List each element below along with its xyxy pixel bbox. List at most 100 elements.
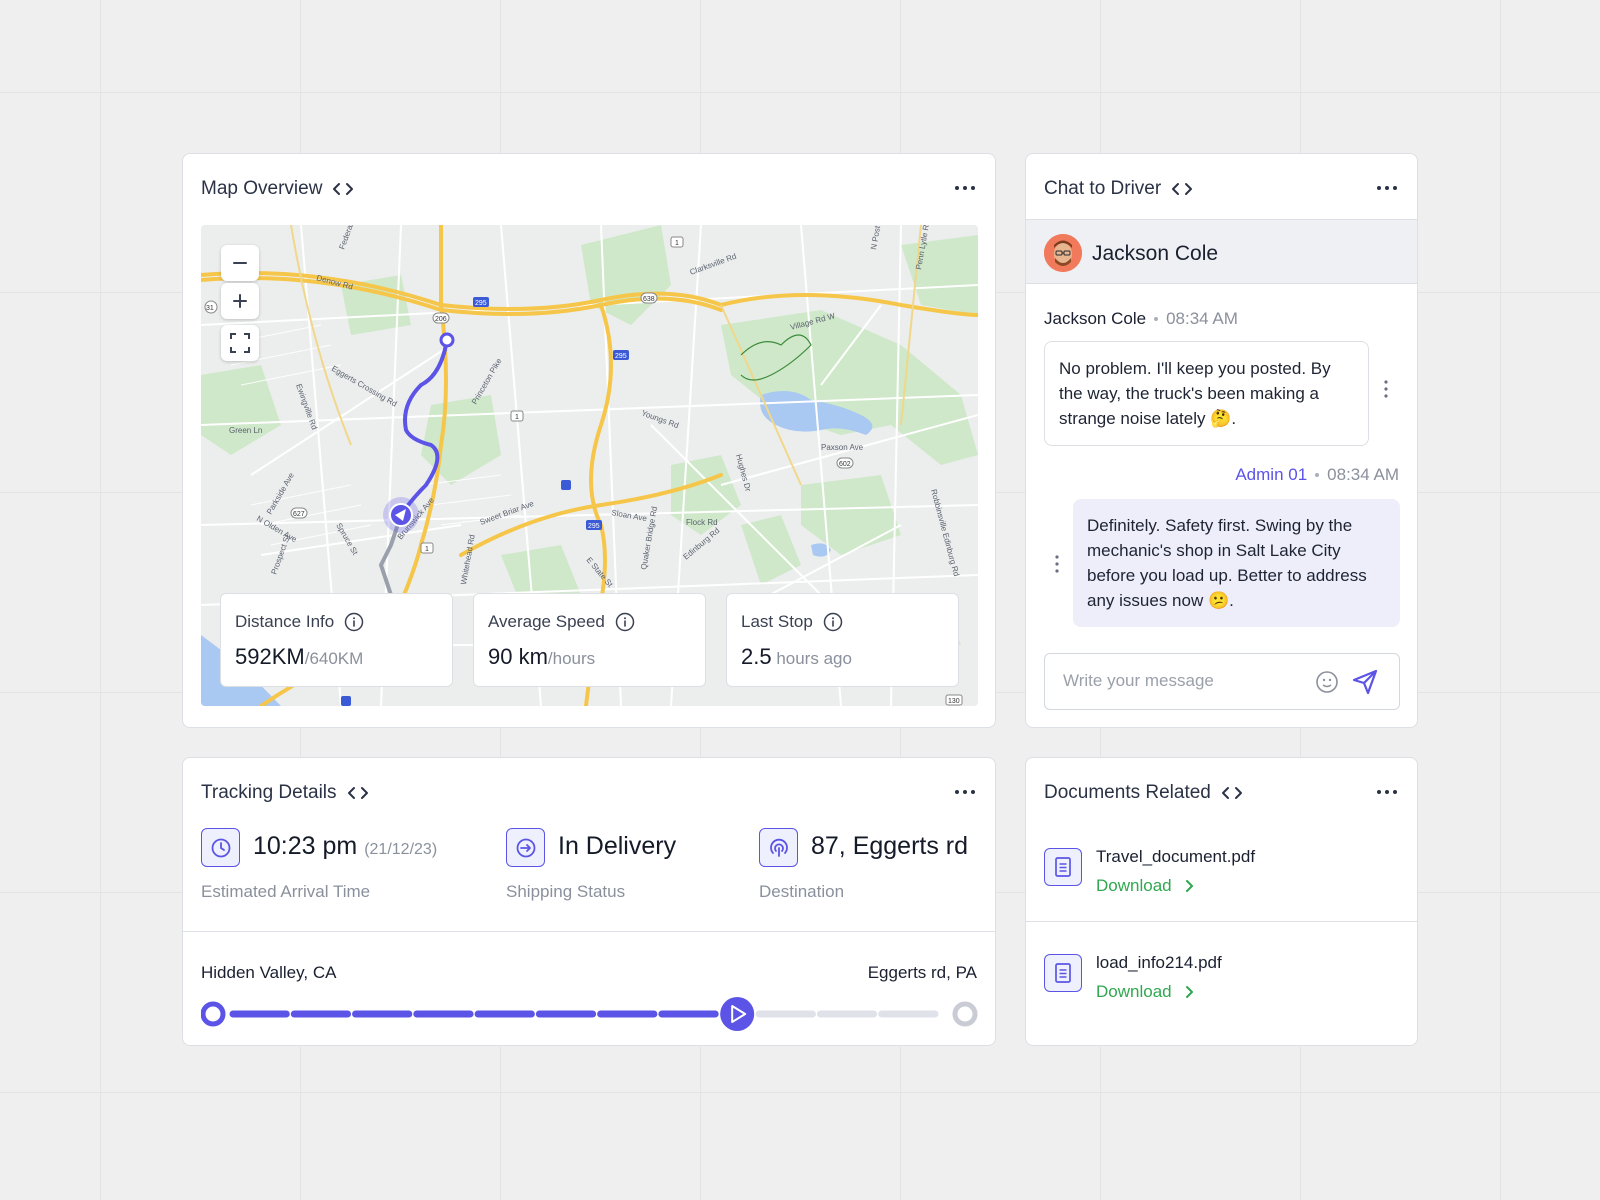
code-brackets-icon[interactable] [1171, 181, 1193, 197]
doc-icon-wrap [1044, 954, 1082, 992]
svg-text:Green Ln: Green Ln [229, 426, 262, 435]
transit-marker [341, 696, 351, 706]
average-speed-box: Average Speed 90 km/hours [473, 593, 706, 687]
map-card-header: Map Overview [183, 154, 995, 222]
fullscreen-icon [230, 333, 250, 353]
document-row: Travel_document.pdf Download [1026, 818, 1417, 924]
message-input[interactable] [1063, 671, 1303, 691]
documents-related-card: Documents Related Travel_document.pdf Do… [1025, 757, 1418, 1046]
doc-icon-wrap [1044, 848, 1082, 886]
message-time: 08:34 AM [1327, 465, 1399, 484]
chat-to-driver-card: Chat to Driver Jackson Cole Jackson Cole… [1025, 153, 1418, 728]
download-label: Download [1096, 982, 1172, 1001]
message-meta: Jackson Cole 08:34 AM [1044, 309, 1238, 329]
message-bubble-driver: No problem. I'll keep you posted. By the… [1044, 341, 1369, 446]
last-stop-value: 2.5 [741, 644, 772, 669]
destination-icon-wrap [759, 828, 798, 867]
more-vertical-icon[interactable] [1052, 554, 1062, 574]
divider [183, 931, 995, 932]
tracking-card-header: Tracking Details [183, 758, 995, 826]
more-vertical-icon[interactable] [1381, 379, 1391, 399]
document-icon [1055, 857, 1071, 877]
chevron-right-icon [1185, 880, 1193, 892]
average-speed-value-row: 90 km/hours [488, 644, 691, 670]
svg-text:1: 1 [675, 240, 679, 247]
map-overview-card: Map Overview Denow Rd Eggerts Crossing R… [182, 153, 996, 728]
svg-text:295: 295 [588, 523, 600, 530]
route-end-dot [952, 1001, 978, 1027]
more-horizontal-icon[interactable] [953, 782, 977, 802]
svg-text:130: 130 [948, 698, 960, 705]
svg-text:638: 638 [643, 296, 655, 303]
route-origin: Hidden Valley, CA [201, 963, 337, 982]
docs-card-title: Documents Related [1044, 782, 1211, 803]
destination-label: Destination [759, 882, 845, 901]
tracking-card-title-wrap: Tracking Details [201, 782, 369, 804]
code-brackets-icon[interactable] [1221, 785, 1243, 801]
broadcast-icon [769, 838, 788, 857]
separator-dot [1315, 473, 1320, 477]
route-start-dot [201, 1001, 226, 1027]
message-sender: Jackson Cole [1044, 309, 1147, 328]
driver-name: Jackson Cole [1092, 242, 1219, 265]
shipping-status-label: Shipping Status [506, 882, 626, 901]
zoom-in-button[interactable] [221, 283, 259, 319]
map-card-title-wrap: Map Overview [201, 178, 354, 200]
last-stop-label: Last Stop [741, 612, 813, 631]
message-sender: Admin 01 [1235, 465, 1308, 484]
docs-card-header: Documents Related [1026, 758, 1417, 826]
message-composer [1044, 653, 1400, 710]
fullscreen-button[interactable] [221, 325, 259, 361]
distance-info-unit: /640KM [304, 649, 364, 668]
distance-info-label-row: Distance Info [235, 612, 438, 632]
download-button[interactable]: Download [1096, 982, 1194, 1002]
more-horizontal-icon[interactable] [1375, 178, 1399, 198]
download-button[interactable]: Download [1096, 876, 1194, 896]
destination-value: 87, Eggerts rd [811, 832, 969, 860]
average-speed-value: 90 km [488, 644, 548, 669]
transit-marker [561, 480, 571, 490]
document-name[interactable]: load_info214.pdf [1096, 953, 1222, 973]
clock-icon [211, 838, 230, 857]
svg-text:627: 627 [293, 511, 305, 518]
code-brackets-icon[interactable] [332, 181, 354, 197]
document-row: load_info214.pdf Download [1026, 924, 1417, 1030]
chevron-right-icon [1185, 986, 1193, 998]
last-stop-label-row: Last Stop [741, 612, 944, 632]
eta-icon-wrap [201, 828, 240, 867]
arrow-circle-icon [516, 838, 535, 857]
route-progress-bar [201, 997, 978, 1031]
last-stop-box: Last Stop 2.5 hours ago [726, 593, 959, 687]
last-stop-unit: hours ago [771, 649, 852, 668]
map-card-title: Map Overview [201, 178, 323, 199]
svg-text:1: 1 [425, 546, 429, 553]
message-bubble-admin: Definitely. Safety first. Swing by the m… [1073, 499, 1400, 627]
code-brackets-icon[interactable] [347, 785, 369, 801]
more-horizontal-icon[interactable] [1375, 782, 1399, 802]
document-icon [1055, 963, 1071, 983]
send-icon[interactable] [1351, 668, 1379, 696]
average-speed-label-row: Average Speed [488, 612, 691, 632]
svg-text:602: 602 [839, 461, 851, 468]
distance-info-value: 592KM [235, 644, 305, 669]
document-name[interactable]: Travel_document.pdf [1096, 847, 1255, 867]
driver-avatar-image [1044, 234, 1082, 272]
route-start-marker [439, 332, 455, 348]
average-speed-unit: /hours [547, 649, 596, 668]
zoom-out-button[interactable] [221, 245, 259, 281]
emoji-icon[interactable] [1315, 670, 1339, 694]
svg-text:Flock Rd: Flock Rd [686, 518, 718, 527]
shipping-status-value: In Delivery [558, 832, 677, 860]
map-view[interactable]: Denow Rd Eggerts Crossing Rd Princeton P… [201, 225, 978, 706]
info-circle-icon[interactable] [823, 612, 843, 632]
average-speed-label: Average Speed [488, 612, 605, 631]
svg-text:Paxson Ave: Paxson Ave [821, 443, 864, 452]
chat-card-title: Chat to Driver [1044, 178, 1162, 199]
last-stop-value-row: 2.5 hours ago [741, 644, 944, 670]
info-circle-icon[interactable] [344, 612, 364, 632]
svg-text:206: 206 [435, 316, 447, 323]
more-horizontal-icon[interactable] [953, 178, 977, 198]
info-circle-icon[interactable] [615, 612, 635, 632]
route-destination: Eggerts rd, PA [867, 963, 977, 982]
avatar[interactable] [1044, 234, 1082, 272]
